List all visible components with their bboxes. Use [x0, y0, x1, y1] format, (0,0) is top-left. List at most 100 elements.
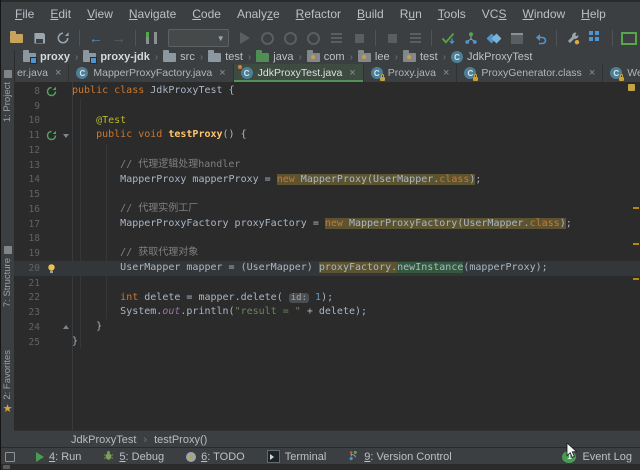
update-project-icon[interactable]	[437, 27, 459, 49]
statusbar-version-control[interactable]: 9: Version Control	[337, 450, 462, 464]
forward-icon[interactable]: →	[108, 27, 130, 49]
breadcrumb-test[interactable]: test	[401, 51, 440, 63]
modules-icon[interactable]	[585, 27, 607, 49]
run-test-icon[interactable]	[42, 86, 60, 97]
package-icon	[358, 53, 371, 62]
sync-icon[interactable]	[52, 27, 74, 49]
breadcrumb-separator: ›	[154, 52, 159, 63]
attach-icon[interactable]	[381, 27, 403, 49]
fold-marker-icon[interactable]	[60, 134, 72, 138]
breadcrumb-lee[interactable]: lee	[356, 51, 392, 63]
breadcrumb-src[interactable]: src	[161, 51, 197, 63]
commit-icon[interactable]	[460, 27, 482, 49]
close-icon[interactable]: ×	[219, 67, 225, 79]
breadcrumb-proxy-jdk[interactable]: proxy-jdk	[81, 51, 152, 63]
project-tool-icon	[4, 70, 12, 78]
statusbar-debug[interactable]: 5: Debug	[92, 450, 175, 464]
menu-refactor[interactable]: Refactor	[288, 4, 349, 24]
menu-window[interactable]: Window	[514, 4, 573, 24]
package-icon	[403, 53, 416, 62]
profiler-icon[interactable]	[302, 27, 324, 49]
save-all-icon[interactable]	[29, 27, 51, 49]
breadcrumb-test[interactable]: test	[206, 51, 245, 63]
menu-vcs[interactable]: VCS	[474, 4, 515, 24]
coverage-icon[interactable]	[280, 27, 302, 49]
code-text: public class JdkProxyTest {	[72, 84, 235, 99]
breadcrumb-class[interactable]: JdkProxyTest	[71, 434, 136, 446]
menu-edit[interactable]: Edit	[42, 4, 79, 24]
close-icon[interactable]: ×	[55, 67, 61, 79]
breadcrumb-separator: ›	[297, 52, 302, 63]
menu-navigate[interactable]: Navigate	[121, 4, 184, 24]
intention-bulb-icon[interactable]	[42, 263, 60, 274]
open-icon[interactable]	[6, 27, 28, 49]
compare-icon[interactable]	[483, 27, 505, 49]
tab-proxy-java[interactable]: CProxy.java×	[364, 64, 458, 82]
lock-icon	[380, 77, 385, 81]
tool-button-favorites-label: 2: Favorites	[2, 350, 13, 400]
code-text: }	[72, 320, 102, 335]
breadcrumb-method[interactable]: testProxy()	[154, 434, 207, 446]
breadcrumb-proxy[interactable]: proxy	[21, 51, 72, 63]
tool-button-favorites[interactable]: 2: Favorites ★	[1, 350, 14, 415]
statusbar-todo[interactable]: 6: TODO	[175, 450, 256, 464]
close-icon[interactable]: ×	[443, 67, 449, 79]
code-text: UserMapper mapper = (UserMapper) proxyFa…	[72, 261, 548, 276]
back-icon[interactable]: ←	[85, 27, 107, 49]
menu-run[interactable]: Run	[392, 4, 430, 24]
search-match-stripe	[633, 207, 639, 209]
close-icon[interactable]: ×	[349, 67, 355, 79]
tab-jdkproxytest-java[interactable]: CJdkProxyTest.java×	[234, 64, 364, 82]
shelve-icon[interactable]	[506, 27, 528, 49]
code-line-25: 25}	[14, 335, 640, 350]
menu-code[interactable]: Code	[184, 4, 229, 24]
run-test-icon[interactable]	[42, 130, 60, 141]
sync-settings-icon[interactable]	[618, 27, 640, 49]
debug-icon[interactable]	[257, 27, 279, 49]
statusbar-terminal[interactable]: Terminal	[256, 450, 338, 464]
run-with-icon[interactable]	[325, 27, 347, 49]
run-config-combo[interactable]: ▼	[168, 29, 229, 47]
stop-icon[interactable]	[348, 27, 370, 49]
tab-mapperproxyfactory-java[interactable]: CMapperProxyFactory.java×	[69, 64, 233, 82]
menu-build[interactable]: Build	[349, 4, 392, 24]
breadcrumb-jdkproxytest[interactable]: CJdkProxyTest	[449, 51, 534, 63]
menu-view[interactable]: View	[79, 4, 121, 24]
breadcrumb-separator: ›	[142, 434, 148, 446]
fold-marker-icon[interactable]	[60, 325, 72, 329]
code-text: // 代理实例工厂	[72, 202, 198, 217]
undo-icon[interactable]	[529, 27, 551, 49]
close-icon[interactable]: ×	[589, 67, 595, 79]
project-structure-icon[interactable]	[562, 27, 584, 49]
branch-icon	[348, 450, 359, 464]
breadcrumb-com[interactable]: com	[305, 51, 347, 63]
run-config-icon[interactable]	[141, 27, 163, 49]
statusbar-run[interactable]: 4: Run	[25, 450, 92, 464]
code-line-15: 15	[14, 187, 640, 202]
tab-er-java[interactable]: er.java×	[14, 64, 69, 82]
class-icon: C	[241, 67, 253, 79]
tool-window-toggle-icon[interactable]	[5, 452, 15, 462]
modified-dot-icon	[238, 65, 242, 69]
menu-analyze[interactable]: Analyze	[229, 4, 288, 24]
play-icon	[36, 452, 44, 462]
breadcrumb-label: proxy	[40, 51, 70, 63]
code-line-17: 17 MapperProxyFactory proxyFactory = new…	[14, 217, 640, 232]
dump-icon[interactable]	[404, 27, 426, 49]
breadcrumb-java[interactable]: java	[254, 51, 295, 63]
tab-proxygenerator-class[interactable]: CProxyGenerator.class×	[457, 64, 603, 82]
code-editor[interactable]: 8public class JdkProxyTest {910 @Test11 …	[14, 82, 640, 430]
menu-help[interactable]: Help	[573, 4, 614, 24]
code-text: // 代理逻辑处理handler	[72, 158, 240, 173]
main-toolbar: ←→ ▼	[1, 26, 640, 51]
tab-weakcache-java[interactable]: CWeakCache.java×	[603, 64, 640, 82]
inspection-indicator[interactable]	[628, 84, 635, 91]
menu-tools[interactable]: Tools	[430, 4, 474, 24]
breadcrumb-label: JdkProxyTest	[467, 51, 532, 63]
statusbar-label: 6: TODO	[201, 451, 245, 463]
tool-button-project[interactable]: 1: Project	[1, 70, 14, 122]
tool-button-structure[interactable]: 7: Structure	[1, 246, 14, 307]
resize-grip[interactable]	[3, 465, 10, 469]
run-icon[interactable]	[234, 27, 256, 49]
menu-file[interactable]: File	[7, 4, 42, 24]
